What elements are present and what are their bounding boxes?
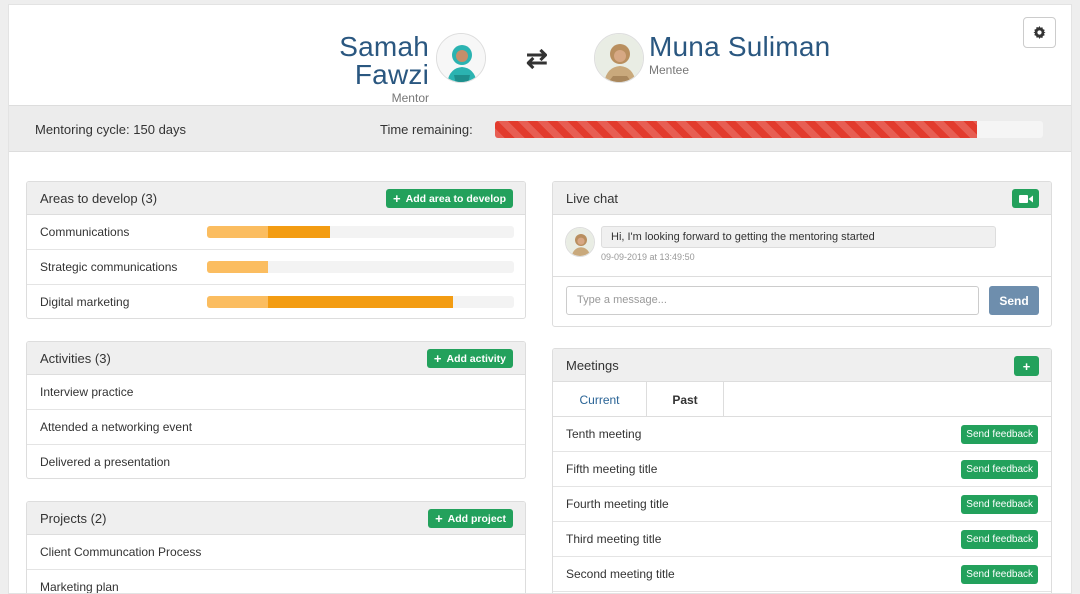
activities-panel: Activities (3) + Add activity Interview … bbox=[26, 341, 526, 479]
project-row[interactable]: Marketing plan bbox=[27, 570, 525, 594]
area-progress-dark-segment bbox=[268, 296, 453, 308]
send-feedback-button[interactable]: Send feedback bbox=[961, 425, 1038, 444]
area-row[interactable]: Strategic communications bbox=[27, 250, 525, 285]
plus-icon: + bbox=[1022, 358, 1031, 374]
activity-row-label: Interview practice bbox=[40, 385, 134, 399]
time-remaining-label: Time remaining: bbox=[380, 122, 473, 137]
meetings-panel: Meetings + Current Past Tenth meeting Sen… bbox=[552, 348, 1052, 593]
mentor-avatar[interactable] bbox=[436, 33, 486, 83]
live-chat-panel: Live chat Hi, I'm looking forward to get… bbox=[552, 181, 1052, 327]
swap-arrows-icon: ⇄ bbox=[526, 43, 548, 73]
chat-message: Hi, I'm looking forward to getting the m… bbox=[601, 226, 996, 248]
add-area-button[interactable]: + Add area to develop bbox=[386, 189, 513, 208]
activities-title: Activities (3) bbox=[40, 351, 111, 366]
meeting-row[interactable]: Tenth meeting Send feedback bbox=[553, 417, 1051, 452]
area-row-label: Digital marketing bbox=[40, 295, 130, 309]
meetings-title: Meetings bbox=[566, 358, 619, 373]
area-progress-bar bbox=[207, 226, 514, 238]
activity-row-label: Delivered a presentation bbox=[40, 455, 171, 469]
area-row-label: Strategic communications bbox=[40, 260, 178, 274]
meeting-row-label: Third meeting title bbox=[566, 532, 662, 546]
area-progress-bar bbox=[207, 296, 514, 308]
meetings-list: Tenth meeting Send feedback Fifth meeting … bbox=[553, 417, 1051, 592]
projects-panel: Projects (2) + Add project Client Commun… bbox=[26, 501, 526, 594]
activity-row[interactable]: Attended a networking event bbox=[27, 410, 525, 445]
send-feedback-button[interactable]: Send feedback bbox=[961, 495, 1038, 514]
add-activity-button[interactable]: + Add activity bbox=[426, 349, 513, 368]
mentoring-page: Samah Fawzi Mentor ⇄ Muna Suliman Mentee… bbox=[8, 4, 1072, 594]
mentee-name: Muna Suliman bbox=[649, 31, 831, 62]
meeting-row-label: Fifth meeting title bbox=[566, 462, 658, 476]
activity-row[interactable]: Delivered a presentation bbox=[27, 445, 525, 478]
add-meeting-button[interactable]: + bbox=[1014, 356, 1039, 376]
send-button[interactable]: Send bbox=[989, 286, 1039, 315]
chat-sender-avatar bbox=[565, 227, 595, 257]
areas-list: Communications Strategic communications Di… bbox=[27, 215, 525, 318]
gear-icon bbox=[1033, 26, 1046, 39]
meeting-row-label: Fourth meeting title bbox=[566, 497, 669, 511]
meeting-row-label: Tenth meeting bbox=[566, 427, 642, 441]
chat-timestamp: 09-09-2019 at 13:49:50 bbox=[601, 252, 695, 262]
plus-icon: + bbox=[433, 351, 442, 366]
cycle-length-label: Mentoring cycle: 150 days bbox=[35, 122, 187, 137]
projects-list: Client Communcation Process Marketing pla… bbox=[27, 535, 525, 594]
chat-messages: Hi, I'm looking forward to getting the m… bbox=[553, 215, 1051, 277]
activities-list: Interview practice Attended a networking … bbox=[27, 375, 525, 478]
add-project-button[interactable]: + Add project bbox=[428, 509, 513, 528]
settings-button[interactable] bbox=[1023, 17, 1056, 48]
activity-row[interactable]: Interview practice bbox=[27, 375, 525, 410]
tab-current[interactable]: Current bbox=[553, 382, 646, 417]
area-progress-light-segment bbox=[207, 296, 269, 308]
plus-icon: + bbox=[393, 191, 401, 206]
project-row-label: Client Communcation Process bbox=[40, 545, 202, 559]
tab-past[interactable]: Past bbox=[646, 382, 724, 417]
meeting-row[interactable]: Third meeting title Send feedback bbox=[553, 522, 1051, 557]
mentor-name: Samah Fawzi bbox=[339, 31, 429, 90]
activity-row-label: Attended a networking event bbox=[40, 420, 193, 434]
area-row[interactable]: Communications bbox=[27, 215, 525, 250]
time-remaining-fill bbox=[495, 121, 978, 138]
area-progress-dark-segment bbox=[268, 226, 330, 238]
live-chat-title: Live chat bbox=[566, 191, 619, 206]
area-progress-light-segment bbox=[207, 261, 269, 273]
mentoring-cycle-bar: Mentoring cycle: 150 days Time remaining… bbox=[9, 105, 1071, 152]
area-progress-light-segment bbox=[207, 226, 269, 238]
chat-compose: Type a message... Send bbox=[553, 277, 1051, 325]
message-input[interactable]: Type a message... bbox=[566, 286, 979, 315]
project-row-label: Marketing plan bbox=[40, 580, 119, 594]
project-row[interactable]: Client Communcation Process bbox=[27, 535, 525, 570]
send-feedback-button[interactable]: Send feedback bbox=[961, 530, 1038, 549]
time-remaining-progress bbox=[495, 121, 1043, 138]
projects-title: Projects (2) bbox=[40, 511, 107, 526]
meeting-row[interactable]: Fifth meeting title Send feedback bbox=[553, 452, 1051, 487]
video-call-button[interactable] bbox=[1012, 189, 1039, 208]
mentor-role: Mentor bbox=[391, 91, 429, 105]
meeting-row[interactable]: Second meeting title Send feedback bbox=[553, 557, 1051, 592]
area-progress-bar bbox=[207, 261, 514, 273]
area-row[interactable]: Digital marketing bbox=[27, 285, 525, 318]
areas-panel: Areas to develop (3) + Add area to devel… bbox=[26, 181, 526, 319]
send-feedback-button[interactable]: Send feedback bbox=[961, 460, 1038, 479]
mentee-role: Mentee bbox=[649, 63, 690, 77]
meeting-row-label: Second meeting title bbox=[566, 567, 675, 581]
send-feedback-button[interactable]: Send feedback bbox=[961, 565, 1038, 584]
areas-title: Areas to develop (3) bbox=[40, 191, 158, 206]
header: Samah Fawzi Mentor ⇄ Muna Suliman Mentee bbox=[9, 5, 1071, 105]
mentee-avatar[interactable] bbox=[594, 33, 644, 83]
meeting-row[interactable]: Fourth meeting title Send feedback bbox=[553, 487, 1051, 522]
plus-icon: + bbox=[435, 511, 443, 526]
meetings-tabs: Current Past bbox=[553, 382, 1051, 417]
area-row-label: Communications bbox=[40, 225, 130, 239]
video-camera-icon bbox=[1018, 194, 1033, 203]
